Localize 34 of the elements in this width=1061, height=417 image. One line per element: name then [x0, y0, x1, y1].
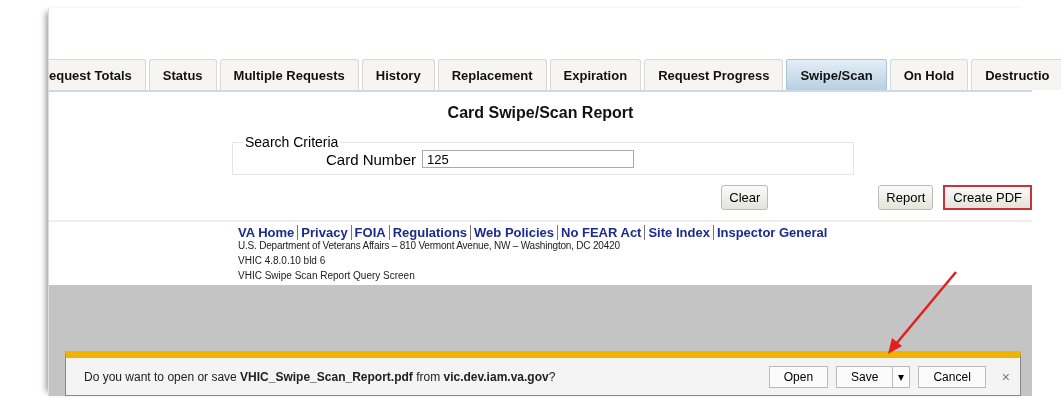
- tab[interactable]: History: [361, 59, 435, 90]
- button[interactable]: Report: [878, 185, 934, 210]
- button[interactable]: Create PDF: [943, 185, 1032, 210]
- address-text: U.S. Department of Veterans Affairs – 810 Vermont Avenue, NW – Washington, DC 20420: [238, 240, 621, 251]
- tab[interactable]: Status: [148, 59, 217, 90]
- tab[interactable]: equest Totals: [49, 59, 146, 90]
- version-text: VHIC 4.8.0.10 bld 6: [238, 255, 327, 266]
- card-number-field[interactable]: 125: [422, 150, 635, 168]
- page-title: Card Swipe/Scan Report: [446, 104, 635, 122]
- footer-link[interactable]: No FEAR Act: [557, 225, 645, 240]
- save-button[interactable]: Save: [836, 365, 894, 388]
- footer-link[interactable]: Web Policies: [470, 225, 558, 240]
- tab[interactable]: Replacement: [437, 59, 547, 90]
- tab[interactable]: Request Progress: [644, 59, 784, 90]
- close-button[interactable]: ×: [1001, 368, 1010, 385]
- download-message: Do you want to open or save VHIC_Swipe_Scan_Report.pdf from vic.dev.iam.va.gov?: [84, 369, 556, 384]
- legend: Search Criteria: [243, 134, 341, 150]
- footer-link[interactable]: Privacy: [297, 225, 351, 240]
- footer-link[interactable]: Regulations: [388, 225, 471, 240]
- tab[interactable]: On Hold: [889, 59, 969, 90]
- footer-link[interactable]: VA Home: [238, 225, 298, 240]
- footer-link[interactable]: FOIA: [350, 225, 389, 240]
- tab[interactable]: Destructio: [971, 59, 1061, 90]
- screen-name-text: VHIC Swipe Scan Report Query Screen: [238, 270, 416, 281]
- field-label: Card Number: [326, 150, 417, 168]
- tab[interactable]: Swipe/Scan: [786, 59, 887, 90]
- open-button[interactable]: Open: [768, 365, 829, 388]
- cancel-button[interactable]: Cancel: [918, 365, 986, 388]
- footer-link[interactable]: Inspector General: [712, 225, 831, 240]
- tab[interactable]: Multiple Requests: [219, 59, 359, 90]
- footer-link[interactable]: Site Index: [644, 225, 713, 240]
- tab[interactable]: Expiration: [549, 59, 642, 90]
- button[interactable]: Clear: [721, 185, 769, 210]
- dropdown-button[interactable]: ▾: [893, 365, 911, 388]
